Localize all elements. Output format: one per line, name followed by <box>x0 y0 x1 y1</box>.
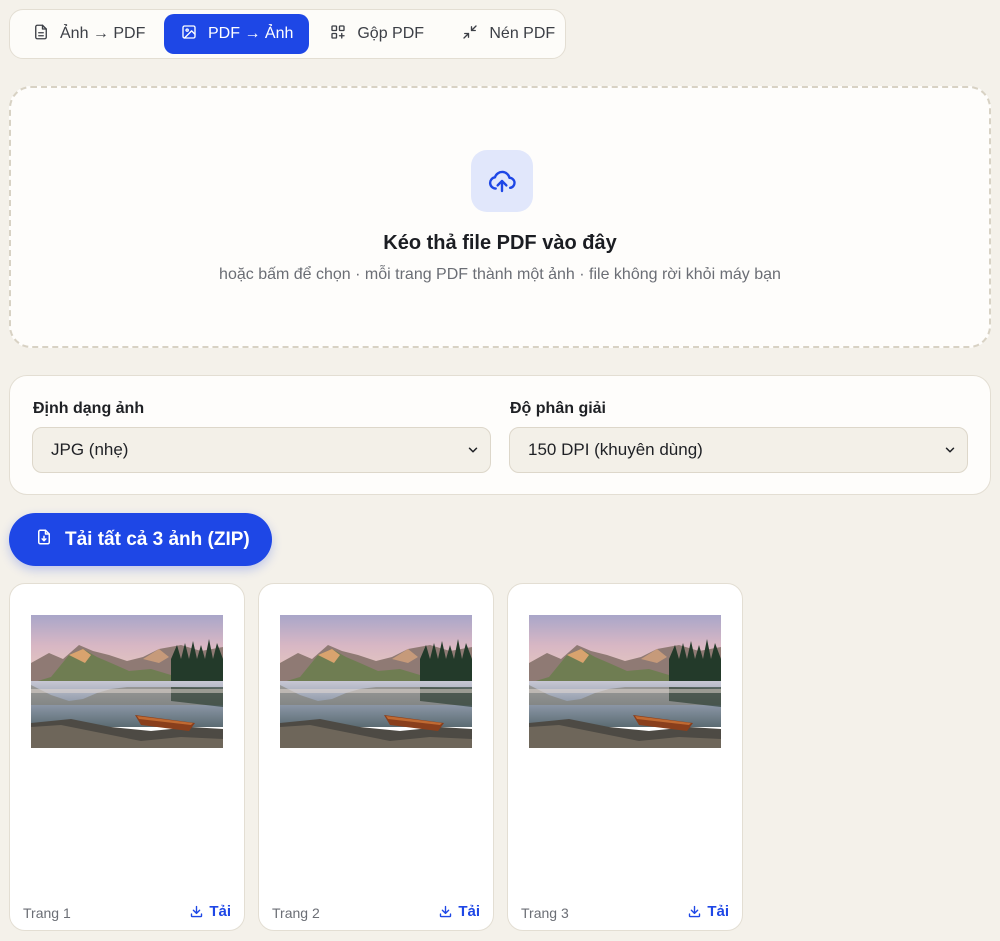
download-page-button[interactable]: Tải <box>438 903 480 920</box>
page-label: Trang 1 <box>23 905 71 921</box>
format-label: Định dạng ảnh <box>33 400 145 417</box>
page-card: Trang 3 Tải <box>507 583 743 931</box>
download-icon <box>191 905 203 918</box>
page-thumbnail[interactable] <box>529 615 721 748</box>
chevron-down-icon <box>468 447 478 453</box>
download-all-zip-button[interactable]: Tải tất cả 3 ảnh (ZIP) <box>9 513 272 566</box>
tab-label: PDF → Ảnh <box>208 25 294 42</box>
page-thumbnail[interactable] <box>280 615 472 748</box>
format-value: JPG (nhẹ) <box>51 440 129 459</box>
tab-image-to-pdf[interactable]: Ảnh → PDF <box>16 14 160 54</box>
compress-icon <box>461 23 479 46</box>
upload-cloud-icon <box>471 150 533 212</box>
page-thumbnail[interactable] <box>31 615 223 748</box>
tab-label: Nén PDF <box>489 25 556 42</box>
dropzone-title: Kéo thả file PDF vào đây <box>383 232 617 254</box>
download-all-label: Tải tất cả 3 ảnh (ZIP) <box>65 528 250 550</box>
download-icon <box>689 905 701 918</box>
merge-icon <box>329 23 347 46</box>
download-page-button[interactable]: Tải <box>687 903 729 920</box>
image-icon <box>180 23 198 46</box>
dropzone-subtitle: hoặc bấm để chọn · mỗi trang PDF thành m… <box>219 266 781 283</box>
file-download-icon <box>35 528 53 552</box>
dpi-value: 150 DPI (khuyên dùng) <box>528 440 703 459</box>
tab-label: Ảnh → PDF <box>60 25 146 42</box>
tab-compress-pdf[interactable]: Nén PDF <box>437 14 563 54</box>
tab-label: Gộp PDF <box>357 25 425 42</box>
conversion-options: Định dạng ảnh JPG (nhẹ) Độ phân giải 150… <box>9 375 991 495</box>
page-card: Trang 2 Tải <box>258 583 494 931</box>
tool-tabs: Ảnh → PDF PDF → Ảnh Gộp PDF Nén PDF <box>9 9 566 59</box>
tab-merge-pdf[interactable]: Gộp PDF <box>313 14 433 54</box>
download-label: Tải <box>458 903 480 920</box>
page-card: Trang 1 Tải <box>9 583 245 931</box>
page-label: Trang 3 <box>521 905 569 921</box>
dpi-label: Độ phân giải <box>510 400 606 417</box>
tab-pdf-to-image[interactable]: PDF → Ảnh <box>164 14 310 54</box>
pdf-dropzone[interactable]: Kéo thả file PDF vào đây hoặc bấm để chọ… <box>9 86 991 348</box>
dpi-select[interactable]: 150 DPI (khuyên dùng) <box>509 427 968 473</box>
page-label: Trang 2 <box>272 905 320 921</box>
chevron-down-icon <box>945 447 955 453</box>
download-label: Tải <box>707 903 729 920</box>
download-page-button[interactable]: Tải <box>189 903 231 920</box>
download-icon <box>440 905 452 918</box>
download-label: Tải <box>209 903 231 920</box>
format-select[interactable]: JPG (nhẹ) <box>32 427 491 473</box>
document-icon <box>32 23 50 46</box>
